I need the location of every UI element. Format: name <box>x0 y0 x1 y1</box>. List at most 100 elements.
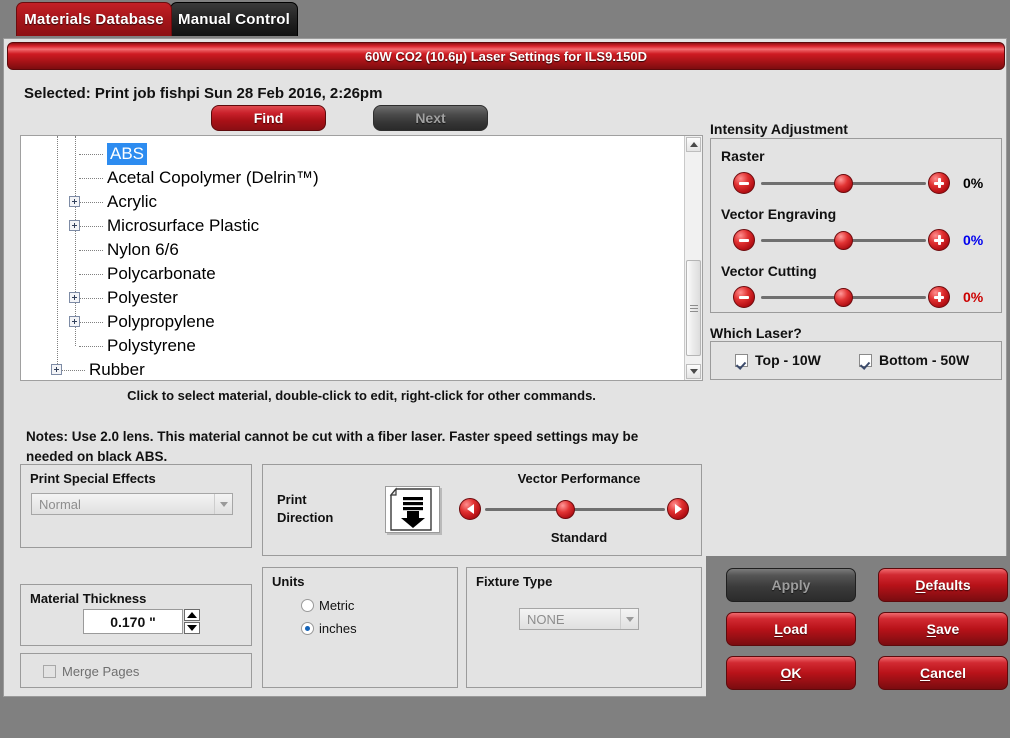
vector-performance-title: Vector Performance <box>517 471 641 486</box>
dialog-title-bar: 60W CO2 (10.6µ) Laser Settings for ILS9.… <box>7 42 1005 70</box>
laser-checkbox-top[interactable] <box>735 354 748 367</box>
vector-cutting-slider-thumb[interactable] <box>834 288 853 307</box>
vector-performance-track[interactable] <box>485 508 665 511</box>
vector-engraving-slider-thumb[interactable] <box>834 231 853 250</box>
tree-item-label: Acrylic <box>107 192 158 211</box>
vector-engraving-increase-button[interactable] <box>928 229 950 251</box>
vector-cutting-increase-button[interactable] <box>928 286 950 308</box>
material-thickness-input[interactable]: 0.170 " <box>83 609 183 634</box>
tree-guide-line <box>79 202 103 203</box>
print-special-effects-title: Print Special Effects <box>30 471 156 486</box>
selected-job-label: Selected: Print job fishpi Sun 28 Feb 20… <box>24 85 383 102</box>
tree-item[interactable]: Polypropylene <box>107 310 215 334</box>
tree-guide-line <box>61 370 85 371</box>
vector-performance-slider-thumb[interactable] <box>556 500 575 519</box>
print-special-effects-select[interactable]: Normal <box>31 493 233 515</box>
tree-item-label: Polypropylene <box>107 312 215 331</box>
print-special-effects-value: Normal <box>39 496 81 512</box>
tree-guide-line <box>79 250 103 251</box>
vector-performance-decrease-button[interactable] <box>459 498 481 520</box>
materials-tree[interactable]: ABS Acetal Copolymer (Delrin™) Acrylic Micr… <box>21 136 684 380</box>
fixture-type-value: NONE <box>527 611 565 627</box>
page-down-arrow-glyph <box>389 487 432 531</box>
defaults-button[interactable]: Defaults <box>878 568 1008 602</box>
units-title: Units <box>272 574 305 589</box>
tree-item-label: Nylon 6/6 <box>107 240 179 259</box>
units-radio-metric[interactable] <box>301 599 314 612</box>
tree-item[interactable]: Nylon 6/6 <box>107 238 179 262</box>
tab-materials-database-label: Materials Database <box>24 11 164 28</box>
vector-performance-increase-button[interactable] <box>667 498 689 520</box>
find-button[interactable]: Find <box>211 105 326 131</box>
raster-slider-thumb[interactable] <box>834 174 853 193</box>
laser-settings-dialog: 60W CO2 (10.6µ) Laser Settings for ILS9.… <box>3 38 1008 698</box>
units-radio-inches[interactable] <box>301 622 314 635</box>
scroll-up-icon[interactable] <box>686 137 701 152</box>
vector-engraving-decrease-button[interactable] <box>733 229 755 251</box>
chevron-down-icon[interactable] <box>620 609 638 629</box>
raster-value: 0% <box>963 175 984 191</box>
fixture-type-title: Fixture Type <box>476 574 553 589</box>
stepper-up-icon[interactable] <box>184 609 200 621</box>
tree-item-label: Rubber <box>89 360 145 379</box>
tab-manual-control[interactable]: Manual Control <box>170 2 298 36</box>
save-button[interactable]: Save <box>878 612 1008 646</box>
tree-expand-icon[interactable] <box>69 196 80 207</box>
tree-item-label: Acetal Copolymer (Delrin™) <box>107 168 319 187</box>
material-thickness-group: Material Thickness 0.170 " <box>20 584 252 646</box>
chevron-down-icon[interactable] <box>214 494 232 514</box>
vector-engraving-value: 0% <box>963 232 984 248</box>
ok-button[interactable]: OK <box>726 656 856 690</box>
print-direction-down-icon[interactable] <box>385 486 440 533</box>
laser-label-top: Top - 10W <box>755 352 821 368</box>
tab-materials-database[interactable]: Materials Database <box>16 2 172 36</box>
apply-button-label: Apply <box>771 577 811 593</box>
load-button[interactable]: Load <box>726 612 856 646</box>
tree-item[interactable]: Acrylic <box>107 190 157 214</box>
fixture-type-select[interactable]: NONE <box>519 608 639 630</box>
scrollbar-thumb[interactable] <box>686 260 701 356</box>
units-group: Units Metric inches <box>262 567 458 688</box>
tree-item[interactable]: Acetal Copolymer (Delrin™) <box>107 166 319 190</box>
intensity-adjustment-group: Raster 0% Vector Engraving 0% Vector Cut… <box>710 138 1002 313</box>
vector-cutting-decrease-button[interactable] <box>733 286 755 308</box>
units-label-inches: inches <box>319 621 357 636</box>
ok-button-label: OK <box>780 665 802 681</box>
print-special-effects-group: Print Special Effects Normal <box>20 464 252 548</box>
tree-item[interactable]: Polyester <box>107 286 178 310</box>
tree-item-label: ABS <box>107 143 148 165</box>
which-laser-group: Top - 10W Bottom - 50W <box>710 341 1002 380</box>
defaults-button-label: Defaults <box>915 577 971 593</box>
vector-cutting-value: 0% <box>963 289 984 305</box>
dialog-title: 60W CO2 (10.6µ) Laser Settings for ILS9.… <box>364 48 648 64</box>
tree-item[interactable]: ABS <box>107 142 148 166</box>
merge-pages-checkbox[interactable] <box>43 665 56 678</box>
tree-expand-icon[interactable] <box>69 316 80 327</box>
tree-expand-icon[interactable] <box>51 364 62 375</box>
merge-pages-group: Merge Pages <box>20 653 252 688</box>
tree-item[interactable]: Rubber <box>89 358 145 380</box>
next-button[interactable]: Next <box>373 105 488 131</box>
tree-item[interactable]: Polystyrene <box>107 334 196 358</box>
scroll-down-icon[interactable] <box>686 364 701 379</box>
dialog-button-panel: Apply Defaults Load Save OK Cancel <box>706 556 1008 698</box>
tab-strip: Materials Database Manual Control <box>0 0 1010 38</box>
tree-guide-line <box>79 298 103 299</box>
laser-checkbox-bottom[interactable] <box>859 354 872 367</box>
tree-expand-icon[interactable] <box>69 292 80 303</box>
materials-tree-scrollbar[interactable] <box>684 136 702 380</box>
merge-pages-label: Merge Pages <box>62 664 140 679</box>
stepper-down-icon[interactable] <box>184 622 200 634</box>
intensity-row-label-raster: Raster <box>721 148 765 164</box>
tree-item[interactable]: Microsurface Plastic <box>107 214 259 238</box>
tree-item[interactable]: Polycarbonate <box>107 262 216 286</box>
raster-decrease-button[interactable] <box>733 172 755 194</box>
tree-guide-line <box>57 136 58 370</box>
cancel-button[interactable]: Cancel <box>878 656 1008 690</box>
raster-increase-button[interactable] <box>928 172 950 194</box>
materials-tree-panel: ABS Acetal Copolymer (Delrin™) Acrylic Micr… <box>20 135 703 381</box>
tree-guide-line <box>79 226 103 227</box>
apply-button[interactable]: Apply <box>726 568 856 602</box>
material-thickness-stepper[interactable] <box>184 609 200 634</box>
tree-expand-icon[interactable] <box>69 220 80 231</box>
